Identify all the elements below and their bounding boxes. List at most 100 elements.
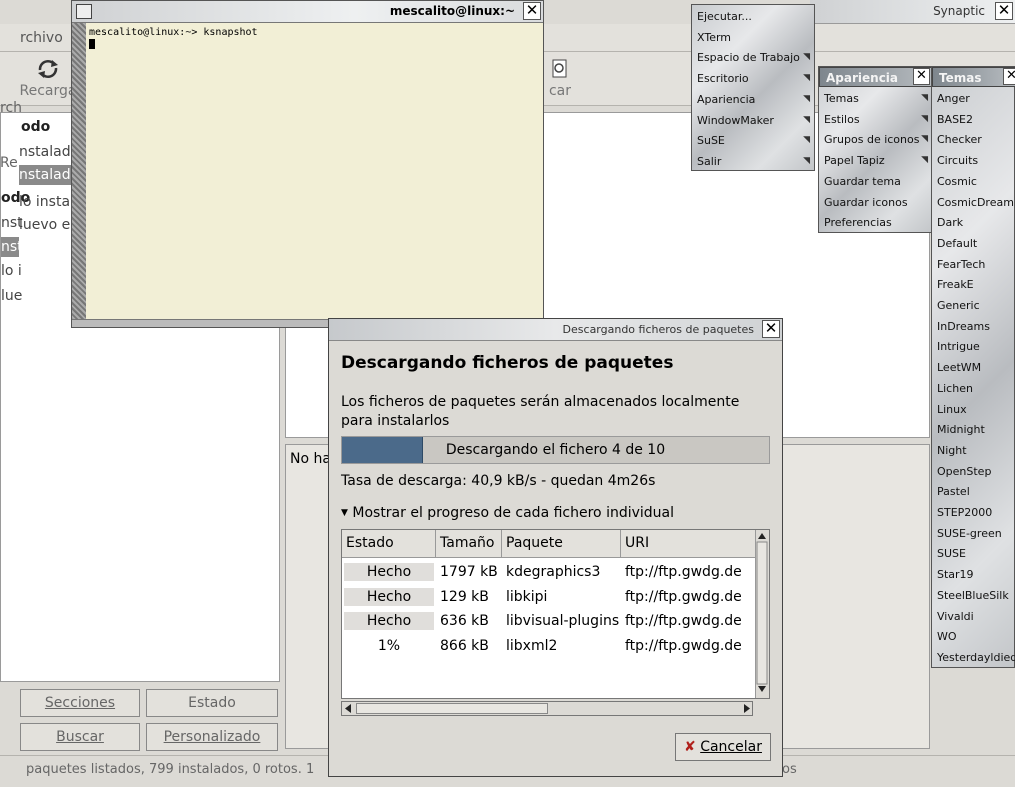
column-tamano[interactable]: Tamaño (436, 530, 502, 558)
temas-menu-item[interactable]: STEP2000 (932, 503, 1015, 524)
apariencia-menu-item[interactable]: Preferencias (819, 213, 934, 234)
estado-button[interactable]: Estado (146, 689, 278, 717)
download-rate: Tasa de descarga: 40,9 kB/s - quedan 4m2… (341, 473, 656, 489)
table-row[interactable]: Hecho 129 kB libkipi ftp://ftp.gwdg.de (342, 585, 755, 609)
progress-text: Descargando el fichero 4 de 10 (445, 442, 666, 458)
minimize-icon[interactable] (76, 4, 92, 19)
submenu-arrow-icon: ◥ (803, 114, 810, 125)
temas-menu-item[interactable]: Vivaldi (932, 607, 1015, 628)
terminal-close-icon[interactable]: ✕ (523, 2, 541, 20)
filter-item[interactable]: lue (1, 288, 22, 304)
filter-item[interactable]: luevo e (19, 217, 70, 233)
synaptic-titlebar[interactable]: Synaptic ✕ (810, 0, 1015, 24)
temas-menu-item[interactable]: Star19 (932, 565, 1015, 586)
submenu-arrow-icon: ◥ (921, 113, 928, 124)
temas-menu-item[interactable]: SUSE-green (932, 524, 1015, 545)
wm-root-menu-item[interactable]: WindowMaker (692, 111, 816, 132)
wm-root-menu-item[interactable]: Ejecutar... (692, 7, 816, 28)
scroll-arrows-icon (756, 533, 768, 692)
temas-close-icon[interactable]: ✕ (1003, 68, 1015, 85)
cell-tamano: 866 kB (440, 637, 489, 654)
wm-root-menu-item[interactable]: Escritorio (692, 69, 816, 90)
menu-archivo[interactable]: rchivo (20, 30, 63, 46)
cell-paquete: kdegraphics3 (506, 564, 601, 580)
cell-paquete: libkipi (506, 588, 548, 605)
temas-menu-item[interactable]: Yesterdayldied (932, 648, 1015, 669)
table-row[interactable]: Hecho 636 kB libvisual-plugins ftp://ftp.gw… (342, 609, 755, 633)
temas-menu-item[interactable]: Dark (932, 213, 1015, 234)
temas-menu-item[interactable]: Circuits (932, 151, 1015, 172)
column-paquete[interactable]: Paquete (502, 530, 621, 558)
filter-item-selected[interactable]: nstalados (19, 165, 86, 185)
table-row[interactable]: Hecho 1797 kB kdegraphics3 ftp://ftp.gwdg.d… (342, 560, 755, 584)
details-expander[interactable]: ▼ Mostrar el progreso de cada fichero in… (341, 505, 674, 521)
terminal-title: mescalito@linux:~ (389, 4, 515, 18)
terminal-titlebar[interactable]: mescalito@linux:~ ✕ (72, 1, 543, 23)
cancel-label: Cancelar (700, 739, 762, 755)
column-uri[interactable]: URI (621, 530, 755, 558)
dialog-heading: Descargando ficheros de paquetes (341, 353, 674, 373)
temas-menu-item[interactable]: Midnight (932, 420, 1015, 441)
left-edge-fragment: Re (0, 155, 18, 171)
dialog-titlebar[interactable]: Descargando ficheros de paquetes ✕ (329, 319, 782, 341)
cell-estado: Hecho (344, 563, 434, 581)
temas-menu-item[interactable]: Checker (932, 130, 1015, 151)
apariencia-menu-item[interactable]: Papel Tapiz (819, 151, 934, 172)
filter-item-selected[interactable]: nst (1, 237, 23, 257)
wm-root-menu-item[interactable]: Salir (692, 152, 816, 173)
table-header: Estado Tamaño Paquete URI (342, 530, 755, 558)
temas-menu-item[interactable]: CosmicDream (932, 193, 1015, 214)
apariencia-menu-item[interactable]: Guardar tema (819, 172, 934, 193)
submenu-arrow-icon: ◥ (921, 155, 928, 166)
temas-menu-item[interactable]: Pastel (932, 482, 1015, 503)
temas-menu-item[interactable]: OpenStep (932, 462, 1015, 483)
temas-menu-item[interactable]: InDreams (932, 317, 1015, 338)
temas-menu-item[interactable]: WO (932, 627, 1015, 648)
wm-root-menu-item[interactable]: XTerm (692, 28, 816, 49)
apariencia-menu-item[interactable]: Guardar iconos (819, 193, 934, 214)
temas-menu-item[interactable]: Intrigue (932, 337, 1015, 358)
temas-menu-item[interactable]: SteelBlueSilk (932, 586, 1015, 607)
temas-menu-item[interactable]: FearTech (932, 255, 1015, 276)
dialog-close-icon[interactable]: ✕ (762, 320, 780, 338)
submenu-arrow-icon: ◥ (803, 73, 810, 84)
secciones-button[interactable]: Secciones (20, 689, 140, 717)
cell-uri: ftp://ftp.gwdg.de (625, 588, 742, 605)
temas-menu-item[interactable]: Generic (932, 296, 1015, 317)
submenu-arrow-icon: ◥ (803, 52, 810, 63)
terminal-window[interactable]: mescalito@linux:~ ✕ mescalito@linux:~> k… (71, 0, 544, 328)
submenu-arrow-icon: ◥ (803, 93, 810, 104)
temas-menu-item[interactable]: Anger (932, 89, 1015, 110)
temas-menu-item[interactable]: Default (932, 234, 1015, 255)
filter-item[interactable]: lo instal (19, 194, 74, 210)
wm-root-menu-item[interactable]: Apariencia (692, 90, 816, 111)
filter-item[interactable]: odo (21, 119, 50, 135)
temas-menu-item[interactable]: Night (932, 441, 1015, 462)
wm-root-menu-item[interactable]: SuSE (692, 131, 816, 152)
apariencia-menu-item[interactable]: Estilos (819, 110, 934, 131)
temas-menu-item[interactable]: Linux (932, 400, 1015, 421)
hscroll-thumb[interactable] (356, 703, 548, 714)
temas-menu-item[interactable]: LeetWM (932, 358, 1015, 379)
apariencia-close-icon[interactable]: ✕ (913, 68, 930, 85)
apariencia-menu-item[interactable]: Temas (819, 89, 934, 110)
horizontal-scrollbar[interactable] (341, 701, 753, 716)
vertical-scrollbar[interactable] (755, 530, 769, 698)
buscar-button[interactable]: Buscar (20, 723, 140, 751)
cell-tamano: 129 kB (440, 588, 489, 605)
wm-root-menu-item[interactable]: Espacio de Trabajo (692, 48, 816, 69)
column-estado[interactable]: Estado (342, 530, 436, 558)
table-row[interactable]: 1% 866 kB libxml2 ftp://ftp.gwdg.de (342, 634, 755, 658)
reload-button[interactable]: Recarga (18, 56, 78, 102)
filter-item[interactable]: lo i (1, 263, 22, 279)
synaptic-close-icon[interactable]: ✕ (995, 2, 1013, 20)
cancel-button[interactable]: ✘ Cancelar (675, 733, 771, 761)
apariencia-menu-item[interactable]: Grupos de iconos (819, 130, 934, 151)
temas-menu-item[interactable]: SUSE (932, 544, 1015, 565)
temas-menu-item[interactable]: Cosmic (932, 172, 1015, 193)
terminal-scrollbar[interactable] (72, 23, 86, 321)
temas-menu-item[interactable]: Lichen (932, 379, 1015, 400)
temas-menu-item[interactable]: BASE2 (932, 110, 1015, 131)
temas-menu-item[interactable]: FreakE (932, 275, 1015, 296)
personalizado-button[interactable]: Personalizado (146, 723, 278, 751)
